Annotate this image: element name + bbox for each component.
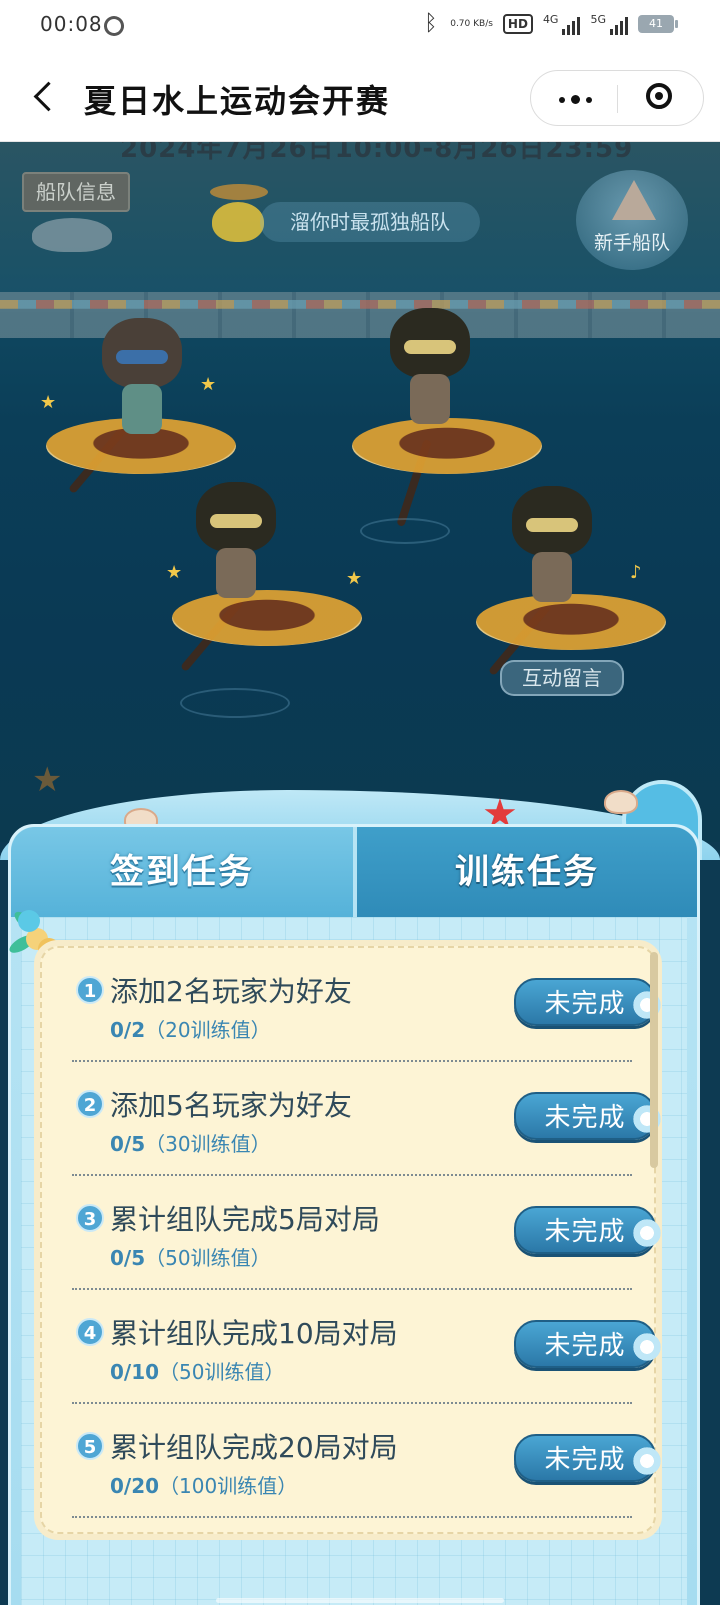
network-speed: 0.70 KB/s: [450, 19, 493, 29]
status-bar: 00:08 0.70 KB/s HD 4G 5G 41: [0, 0, 720, 52]
task-progress: 0/5（50训练值）: [110, 1242, 271, 1271]
newbie-crew-label: 新手船队: [593, 232, 670, 254]
task-item: 5 累计组队完成20局对局 0/20（100训练值） 未完成: [72, 1404, 664, 1518]
hd-icon: HD: [502, 14, 533, 34]
rubber-duck-icon: [212, 202, 264, 242]
sparkle-icon: ★: [346, 568, 363, 589]
title-bar: 夏日水上运动会开赛: [0, 52, 720, 142]
signal-5g-icon: 5G: [590, 13, 628, 35]
tab-checkin-tasks[interactable]: 签到任务: [11, 827, 353, 917]
task-number-badge: 4: [76, 1318, 104, 1346]
game-scene: 2024年7月26日10:00-8月26日23:59 船队信息 溜你时最孤独船队…: [0, 142, 720, 842]
status-icons: 0.70 KB/s HD 4G 5G 41: [424, 12, 678, 36]
task-name: 累计组队完成20局对局: [110, 1431, 398, 1464]
task-number-badge: 5: [76, 1432, 104, 1460]
tent-icon: [612, 180, 656, 220]
water-ripple: [360, 518, 450, 544]
task-progress-count: 0/2: [110, 1018, 146, 1042]
task-name: 添加2名玩家为好友: [110, 975, 352, 1008]
task-status-button[interactable]: 未完成: [514, 1206, 664, 1254]
task-number-badge: 2: [76, 1090, 104, 1118]
page-title: 夏日水上运动会开赛: [84, 82, 391, 120]
task-reward: （50训练值）: [159, 1360, 285, 1384]
task-progress-count: 0/10: [110, 1360, 160, 1384]
task-reward: （50训练值）: [145, 1246, 271, 1270]
bluetooth-icon: [424, 12, 440, 36]
task-number-badge: 1: [76, 976, 104, 1004]
back-button[interactable]: [26, 78, 62, 118]
task-progress: 0/5（30训练值）: [110, 1128, 271, 1157]
signal-4g-icon: 4G: [543, 13, 581, 35]
duck-hat-icon: [210, 184, 268, 200]
task-status-button[interactable]: 未完成: [514, 1092, 664, 1140]
sparkle-icon: ★: [200, 374, 217, 395]
crew-member-3[interactable]: [196, 482, 276, 612]
shell-icon: [604, 790, 638, 814]
sparkle-icon: ★: [166, 562, 183, 583]
task-name: 累计组队完成5局对局: [110, 1203, 380, 1236]
task-progress: 0/10（50训练值）: [110, 1356, 285, 1385]
task-list-scrollbar[interactable]: [650, 952, 658, 1168]
signal-4g-label: 4G: [542, 13, 559, 26]
ice-floe-decoration: [32, 218, 112, 252]
task-name: 累计组队完成10局对局: [110, 1317, 398, 1350]
task-progress-count: 0/20: [110, 1474, 160, 1498]
task-reward: （20训练值）: [145, 1018, 271, 1042]
task-status-button[interactable]: 未完成: [514, 978, 664, 1026]
task-progress-count: 0/5: [110, 1246, 146, 1270]
close-miniprogram-button[interactable]: [618, 71, 704, 127]
crew-member-2[interactable]: [390, 308, 470, 438]
signal-5g-label: 5G: [590, 13, 606, 26]
notification-icon: [100, 12, 128, 40]
more-menu-button[interactable]: [531, 71, 617, 127]
crew-info-button[interactable]: 船队信息: [22, 172, 130, 212]
task-status-button[interactable]: 未完成: [514, 1434, 664, 1482]
miniprogram-capsule: [530, 70, 704, 126]
interactive-message-button[interactable]: 互动留言: [500, 660, 624, 696]
water-ripple: [180, 688, 290, 718]
task-number-badge: 3: [76, 1204, 104, 1232]
home-indicator[interactable]: [216, 1598, 504, 1603]
music-note-icon: ♪: [630, 562, 642, 583]
newbie-crew-button[interactable]: 新手船队: [576, 170, 688, 270]
tab-training-tasks[interactable]: 训练任务: [357, 827, 697, 917]
battery-icon: 41: [638, 15, 678, 33]
task-panel: ★ 签到任务 训练任务 1 添加2名玩家为好友 0/2（20训练值） 未完成 2…: [0, 780, 720, 1605]
status-time: 00:08: [40, 12, 103, 36]
task-progress: 0/2（20训练值）: [110, 1014, 271, 1043]
crew-member-1[interactable]: [102, 318, 182, 448]
task-item: 3 累计组队完成5局对局 0/5（50训练值） 未完成: [72, 1176, 664, 1290]
task-progress-count: 0/5: [110, 1132, 146, 1156]
task-reward: （100训练值）: [159, 1474, 298, 1498]
event-date: 2024年7月26日10:00-8月26日23:59: [120, 142, 634, 164]
task-item: 4 累计组队完成10局对局 0/10（50训练值） 未完成: [72, 1290, 664, 1404]
crew-member-4[interactable]: [512, 486, 592, 616]
task-reward: （30训练值）: [145, 1132, 271, 1156]
task-item: 2 添加5名玩家为好友 0/5（30训练值） 未完成: [72, 1062, 664, 1176]
sparkle-icon: ★: [40, 392, 57, 413]
task-item: 1 添加2名玩家为好友 0/2（20训练值） 未完成: [72, 948, 664, 1062]
task-progress: 0/20（100训练值）: [110, 1470, 297, 1499]
team-name-banner: 溜你时最孤独船队: [260, 202, 480, 242]
task-list[interactable]: 1 添加2名玩家为好友 0/2（20训练值） 未完成 2 添加5名玩家为好友 0…: [40, 946, 664, 1534]
task-name: 添加5名玩家为好友: [110, 1089, 352, 1122]
task-status-button[interactable]: 未完成: [514, 1320, 664, 1368]
